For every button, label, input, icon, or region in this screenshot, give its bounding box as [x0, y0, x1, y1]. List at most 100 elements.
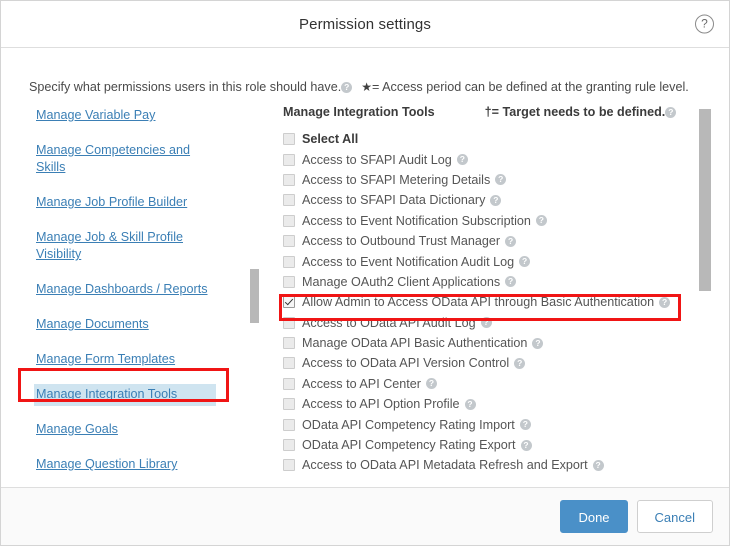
info-icon[interactable]: ? — [505, 236, 516, 247]
checkbox-unchecked-icon[interactable] — [283, 459, 295, 471]
info-icon[interactable]: ? — [495, 174, 506, 185]
category-scrollbar[interactable] — [249, 105, 260, 487]
target-note-symbol: † — [485, 105, 492, 119]
info-icon[interactable]: ? — [490, 195, 501, 206]
checkbox-unchecked-icon[interactable] — [283, 256, 295, 268]
permission-label: Access to Event Notification Subscriptio… — [302, 214, 531, 228]
permission-label: Access to API Center — [302, 377, 421, 391]
checkbox-unchecked-icon[interactable] — [283, 194, 295, 206]
info-icon[interactable]: ? — [532, 338, 543, 349]
permission-label: Access to Event Notification Audit Log — [302, 255, 514, 269]
sidebar-item[interactable]: Manage Variable Pay — [34, 105, 216, 127]
permission-label: Access to SFAPI Data Dictionary — [302, 193, 485, 207]
checkbox-unchecked-icon[interactable] — [283, 174, 295, 186]
checkbox-checked-icon[interactable] — [283, 296, 295, 308]
done-button[interactable]: Done — [560, 500, 627, 533]
checkbox-unchecked-icon[interactable] — [283, 378, 295, 390]
sidebar-item[interactable]: Manage Goals — [34, 419, 216, 441]
info-icon[interactable]: ? — [659, 297, 670, 308]
sidebar-item[interactable]: Manage Form Templates — [34, 349, 216, 371]
info-icon[interactable]: ? — [457, 154, 468, 165]
checkbox-unchecked-icon[interactable] — [283, 317, 295, 329]
checkbox-unchecked-icon[interactable] — [283, 276, 295, 288]
sidebar-item[interactable]: Manage Competencies and Skills — [34, 140, 216, 179]
permission-row[interactable]: OData API Competency Rating Import? — [283, 414, 729, 434]
permission-label: Access to SFAPI Metering Details — [302, 173, 490, 187]
checkbox-unchecked-icon[interactable] — [283, 419, 295, 431]
permission-label: Access to OData API Audit Log — [302, 316, 476, 330]
permission-settings-dialog: Permission settings ? Specify what permi… — [0, 0, 730, 546]
permission-label: Access to API Option Profile — [302, 397, 460, 411]
info-icon[interactable]: ? — [536, 215, 547, 226]
hint-text: Specify what permissions users in this r… — [29, 80, 341, 94]
info-icon[interactable]: ? — [519, 256, 530, 267]
info-icon[interactable]: ? — [593, 460, 604, 471]
target-note-info-icon[interactable]: ? — [665, 107, 676, 118]
category-scrollbar-thumb[interactable] — [250, 269, 259, 323]
sidebar-item[interactable]: Manage Documents — [34, 314, 216, 336]
permission-row[interactable]: Access to OData API Version Control? — [283, 353, 729, 373]
permission-group-header: Manage Integration Tools †= Target needs … — [271, 105, 729, 129]
permission-category-list: Manage Variable Pay Manage Competencies a… — [1, 105, 260, 487]
permissions-hint: Specify what permissions users in this r… — [29, 80, 711, 94]
cancel-button[interactable]: Cancel — [637, 500, 713, 533]
permission-row[interactable]: Access to OData API Audit Log? — [283, 313, 729, 333]
permission-label: Manage OData API Basic Authentication — [302, 336, 527, 350]
sidebar-item[interactable]: Manage Integration Tools — [34, 384, 216, 406]
permission-label: Select All — [302, 132, 358, 146]
permission-row[interactable]: Access to Event Notification Audit Log? — [283, 251, 729, 271]
permission-row[interactable]: Access to SFAPI Metering Details? — [283, 170, 729, 190]
checkbox-unchecked-icon[interactable] — [283, 357, 295, 369]
permission-row[interactable]: Allow Admin to Access OData API through … — [283, 292, 729, 312]
info-icon[interactable]: ? — [514, 358, 525, 369]
checkbox-unchecked-icon[interactable] — [283, 439, 295, 451]
sidebar-item[interactable]: Manage Job & Skill Profile Visibility — [34, 227, 216, 266]
permission-row[interactable]: Manage OData API Basic Authentication? — [283, 333, 729, 353]
permission-row[interactable]: OData API Competency Rating Export? — [283, 435, 729, 455]
permission-checkbox-list: Select AllAccess to SFAPI Audit Log?Acce… — [271, 129, 729, 487]
permission-row[interactable]: Access to API Option Profile? — [283, 394, 729, 414]
permission-row[interactable]: Access to Event Notification Subscriptio… — [283, 211, 729, 231]
target-note-text: = Target needs to be defined. — [492, 105, 666, 119]
sidebar-item[interactable]: Manage Question Library — [34, 454, 216, 476]
checkbox-unchecked-icon[interactable] — [283, 235, 295, 247]
sidebar-item[interactable]: Manage Dashboards / Reports — [34, 279, 216, 301]
checkbox-unchecked-icon[interactable] — [283, 154, 295, 166]
permission-label: Access to Outbound Trust Manager — [302, 234, 500, 248]
info-icon[interactable]: ? — [521, 440, 532, 451]
permission-row[interactable]: Access to SFAPI Data Dictionary? — [283, 190, 729, 210]
info-icon[interactable]: ? — [465, 399, 476, 410]
info-icon[interactable]: ? — [481, 317, 492, 328]
info-icon[interactable]: ? — [426, 378, 437, 389]
permission-row[interactable]: Access to SFAPI Audit Log? — [283, 149, 729, 169]
checkbox-unchecked-icon[interactable] — [283, 398, 295, 410]
permission-label: OData API Competency Rating Export — [302, 438, 516, 452]
sidebar-item[interactable]: Manage Job Profile Builder — [34, 192, 216, 214]
dialog-body: Manage Variable Pay Manage Competencies a… — [1, 105, 729, 487]
checkbox-unchecked-icon[interactable] — [283, 337, 295, 349]
info-icon[interactable]: ? — [520, 419, 531, 430]
hint-info-icon[interactable]: ? — [341, 82, 352, 93]
permission-row[interactable]: Access to API Center? — [283, 374, 729, 394]
dialog-titlebar: Permission settings ? — [1, 1, 729, 48]
permission-label: Access to OData API Version Control — [302, 356, 509, 370]
help-icon[interactable]: ? — [695, 15, 714, 34]
dialog-footer: Done Cancel — [1, 487, 729, 545]
permission-options-panel: Manage Integration Tools †= Target needs … — [271, 105, 729, 487]
permission-row[interactable]: Select All — [283, 129, 729, 149]
permission-group-title: Manage Integration Tools — [283, 105, 435, 119]
permission-row[interactable]: Access to OData API Metadata Refresh and… — [283, 455, 729, 475]
permission-label: Access to OData API Metadata Refresh and… — [302, 458, 588, 472]
permission-label: Manage OAuth2 Client Applications — [302, 275, 500, 289]
permissions-scrollbar[interactable] — [699, 105, 711, 487]
info-icon[interactable]: ? — [505, 276, 516, 287]
permissions-scrollbar-thumb[interactable] — [699, 109, 711, 291]
star-glyph: ★ — [361, 80, 372, 94]
hint-star-text: = Access period can be defined at the gr… — [372, 80, 689, 94]
permission-row[interactable]: Access to Outbound Trust Manager? — [283, 231, 729, 251]
checkbox-unchecked-icon[interactable] — [283, 215, 295, 227]
dialog-title: Permission settings — [299, 16, 431, 33]
checkbox-unchecked-icon[interactable] — [283, 133, 295, 145]
permission-row[interactable]: Manage OAuth2 Client Applications? — [283, 272, 729, 292]
permission-label: Allow Admin to Access OData API through … — [302, 295, 654, 309]
